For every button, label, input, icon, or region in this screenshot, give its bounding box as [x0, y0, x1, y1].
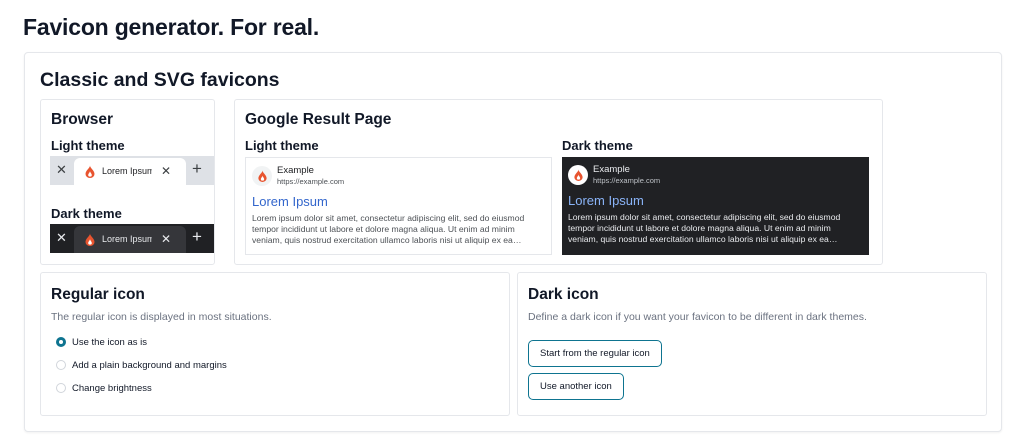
- browser-dark-label: Dark theme: [51, 206, 122, 221]
- serp-favicon: [252, 166, 272, 186]
- google-preview-card: Google Result Page Light theme Dark them…: [234, 99, 883, 265]
- google-title: Google Result Page: [245, 111, 392, 128]
- serp-url: https://example.com: [593, 176, 661, 185]
- serp-dark-preview: Example https://example.com Lorem Ipsum …: [562, 157, 869, 255]
- dark-icon-card: Dark icon Define a dark icon if you want…: [517, 272, 987, 416]
- serp-result-header: Example https://example.com: [252, 164, 545, 190]
- plus-icon[interactable]: +: [192, 228, 202, 246]
- flame-drop-icon: [258, 170, 267, 182]
- close-icon[interactable]: ✕: [56, 231, 67, 245]
- browser-title: Browser: [51, 111, 114, 128]
- plus-icon[interactable]: +: [192, 160, 202, 178]
- tab-label: Lorem Ipsum: [102, 166, 152, 176]
- light-browser-tab[interactable]: Lorem Ipsum ✕: [74, 158, 186, 185]
- dark-icon-description: Define a dark icon if you want your favi…: [528, 311, 867, 323]
- serp-result-header: Example https://example.com: [568, 163, 863, 189]
- serp-site-name: Example: [593, 164, 630, 175]
- radio-label: Use the icon as is: [72, 336, 147, 348]
- serp-url: https://example.com: [277, 177, 345, 186]
- dark-tabbar: ✕ Lorem Ipsum ✕ +: [50, 224, 214, 253]
- radio-label: Change brightness: [72, 382, 152, 394]
- radio-use-as-is[interactable]: Use the icon as is: [56, 335, 147, 349]
- serp-site-name: Example: [277, 165, 314, 176]
- favicon-section-card: Classic and SVG favicons Browser Light t…: [24, 52, 1002, 432]
- flame-drop-icon: [85, 165, 95, 178]
- google-light-label: Light theme: [245, 138, 319, 153]
- regular-icon-title: Regular icon: [51, 286, 145, 303]
- flame-drop-icon: [574, 169, 583, 181]
- light-tabbar: ✕ Lorem Ipsum ✕ +: [50, 156, 214, 191]
- page-title: Favicon generator. For real.: [23, 14, 320, 40]
- close-icon[interactable]: ✕: [161, 232, 171, 246]
- regular-icon-description: The regular icon is displayed in most si…: [51, 311, 272, 323]
- regular-icon-card: Regular icon The regular icon is display…: [40, 272, 510, 416]
- serp-result-link[interactable]: Lorem Ipsum: [568, 193, 863, 209]
- serp-snippet: Lorem ipsum dolor sit amet, consectetur …: [568, 212, 841, 244]
- dark-browser-tab[interactable]: Lorem Ipsum ✕: [74, 226, 186, 253]
- serp-result-link[interactable]: Lorem Ipsum: [252, 194, 545, 210]
- radio-button[interactable]: [56, 360, 66, 370]
- close-icon[interactable]: ✕: [161, 164, 171, 178]
- radio-plain-background[interactable]: Add a plain background and margins: [56, 358, 227, 372]
- flame-drop-icon: [85, 233, 95, 246]
- tab-label: Lorem Ipsum: [102, 234, 152, 244]
- google-dark-label: Dark theme: [562, 138, 633, 153]
- use-another-icon-button[interactable]: Use another icon: [528, 373, 624, 400]
- radio-button[interactable]: [56, 383, 66, 393]
- radio-button-checked[interactable]: [56, 337, 66, 347]
- start-from-regular-button[interactable]: Start from the regular icon: [528, 340, 662, 367]
- radio-label: Add a plain background and margins: [72, 359, 227, 371]
- serp-snippet: Lorem ipsum dolor sit amet, consectetur …: [252, 213, 525, 245]
- radio-change-brightness[interactable]: Change brightness: [56, 381, 152, 395]
- serp-favicon: [568, 165, 588, 185]
- light-tabbar-toolbar: [50, 185, 214, 191]
- dark-icon-title: Dark icon: [528, 286, 599, 303]
- serp-light-preview: Example https://example.com Lorem Ipsum …: [245, 157, 552, 255]
- close-icon[interactable]: ✕: [56, 163, 67, 177]
- section-title: Classic and SVG favicons: [40, 69, 280, 91]
- browser-light-label: Light theme: [51, 138, 125, 153]
